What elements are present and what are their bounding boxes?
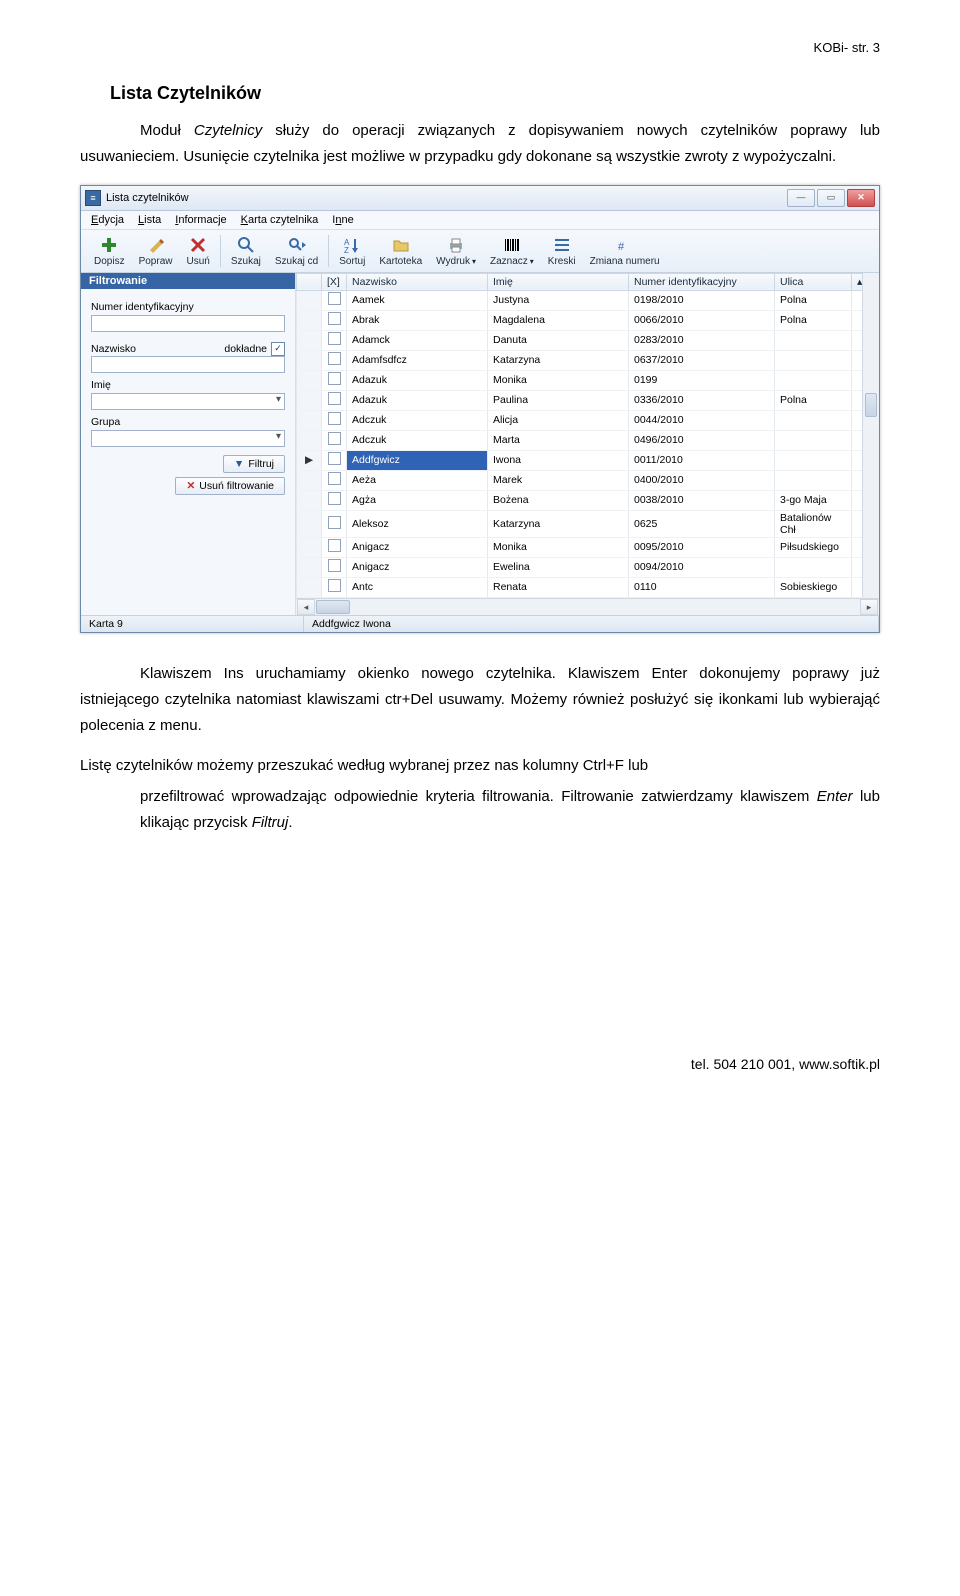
tb-popraw[interactable]: Popraw <box>132 233 180 269</box>
menubar: Edycja Lista Informacje Karta czytelnika… <box>81 211 879 230</box>
paragraph-1: Moduł Czytelnicy służy do operacji związ… <box>80 118 880 171</box>
tb-kartoteka[interactable]: Kartoteka <box>372 233 429 269</box>
input-nazwisko[interactable] <box>91 356 285 373</box>
col-ulica[interactable]: Ulica <box>775 273 852 290</box>
page-header-right: KOBi- str. 3 <box>80 40 880 55</box>
select-grupa[interactable] <box>91 430 285 447</box>
col-imie[interactable]: Imię <box>488 273 629 290</box>
btn-filtruj[interactable]: ▼ Filtruj <box>223 455 285 473</box>
vertical-scrollbar[interactable] <box>862 273 879 597</box>
table-row[interactable]: AdczukMarta0496/2010 <box>297 430 879 450</box>
tb-sortuj[interactable]: AZ Sortuj <box>332 233 372 269</box>
tb-usun[interactable]: Usuń <box>179 233 216 269</box>
col-check[interactable]: [X] <box>322 273 347 290</box>
window-title: Lista czytelników <box>106 192 189 204</box>
input-numer[interactable] <box>91 315 285 332</box>
lbl-nazwisko: Nazwisko <box>91 343 136 355</box>
lbl-numer: Numer identyfikacyjny <box>91 301 285 313</box>
barcode-icon <box>490 235 534 255</box>
menu-edycja[interactable]: Edycja <box>91 214 124 226</box>
tb-zmiana-numeru[interactable]: # Zmiana numeru <box>583 233 667 269</box>
tb-szukaj[interactable]: Szukaj <box>224 233 268 269</box>
btn-usun-filtrowanie[interactable]: ✕ Usuń filtrowanie <box>175 477 285 495</box>
sort-icon: AZ <box>339 235 365 255</box>
tb-zaznacz[interactable]: Zaznacz▾ <box>483 233 541 269</box>
paragraph-2: Klawiszem Ins uruchamiamy okienko nowego… <box>80 661 880 740</box>
horizontal-scrollbar[interactable]: ◂ ▸ <box>296 598 879 615</box>
funnel-icon: ▼ <box>234 458 244 470</box>
table-row[interactable]: AdazukMonika0199 <box>297 370 879 390</box>
x-icon: ✕ <box>186 480 195 492</box>
col-nazwisko[interactable]: Nazwisko <box>347 273 488 290</box>
window-lista-czytelnikow: ≡ Lista czytelników — ▭ ✕ Edycja Lista I… <box>80 185 880 633</box>
tb-dopisz[interactable]: Dopisz <box>87 233 132 269</box>
tb-szukaj-cd[interactable]: Szukaj cd <box>268 233 325 269</box>
minimize-button[interactable]: — <box>787 189 815 207</box>
titlebar: ≡ Lista czytelników — ▭ ✕ <box>81 186 879 211</box>
menu-inne[interactable]: Inne <box>332 214 353 226</box>
table-row[interactable]: AbrakMagdalena0066/2010Polna <box>297 310 879 330</box>
folder-icon <box>379 235 422 255</box>
sidebar-filter: Filtrowanie Numer identyfikacyjny Nazwis… <box>81 273 296 615</box>
lbl-grupa: Grupa <box>91 416 285 428</box>
page-footer: tel. 504 210 001, www.softik.pl <box>80 1056 880 1072</box>
table-row[interactable]: AnigaczMonika0095/2010Piłsudskiego <box>297 537 879 557</box>
svg-text:#: # <box>618 241 625 253</box>
paragraph-3a: Listę czytelników możemy przeszukać wedł… <box>80 753 880 779</box>
statusbar: Karta 9 Addfgwicz Iwona <box>81 615 879 632</box>
tb-kreski[interactable]: Kreski <box>541 233 583 269</box>
table-row[interactable]: AnigaczEwelina0094/2010 <box>297 557 879 577</box>
select-imie[interactable] <box>91 393 285 410</box>
sidebar-header: Filtrowanie <box>81 273 295 289</box>
table-row[interactable]: AeżaMarek0400/2010 <box>297 470 879 490</box>
tb-wydruk[interactable]: Wydruk▾ <box>429 233 483 269</box>
search-icon <box>231 235 261 255</box>
checkbox-dokladne[interactable]: dokładne ✓ <box>224 342 285 356</box>
table-row[interactable]: ▶AddfgwiczIwona0011/2010 <box>297 450 879 470</box>
search-next-icon <box>275 235 318 255</box>
list-icon <box>548 235 576 255</box>
renumber-icon: # <box>590 235 660 255</box>
print-icon <box>436 235 476 255</box>
table-row[interactable]: AdczukAlicja0044/2010 <box>297 410 879 430</box>
status-mid: Addfgwicz Iwona <box>304 616 879 632</box>
paragraph-3b: przefiltrować wprowadzając odpowiednie k… <box>80 784 880 837</box>
edit-icon <box>139 235 173 255</box>
menu-karta[interactable]: Karta czytelnika <box>241 214 319 226</box>
table-row[interactable]: AntcRenata0110Sobieskiego <box>297 577 879 597</box>
table-row[interactable]: AamekJustyna0198/2010Polna <box>297 290 879 310</box>
menu-lista[interactable]: Lista <box>138 214 161 226</box>
table-row[interactable]: AgżaBożena0038/20103-go Maja <box>297 490 879 510</box>
status-left: Karta 9 <box>81 616 304 632</box>
close-button[interactable]: ✕ <box>847 189 875 207</box>
col-indicator <box>297 273 322 290</box>
delete-icon <box>186 235 209 255</box>
menu-informacje[interactable]: Informacje <box>175 214 226 226</box>
toolbar: Dopisz Popraw Usuń Szukaj Szukaj cd AZ <box>81 230 879 273</box>
lbl-imie: Imię <box>91 379 285 391</box>
maximize-button[interactable]: ▭ <box>817 189 845 207</box>
section-title: Lista Czytelników <box>110 83 880 104</box>
table-row[interactable]: AdazukPaulina0336/2010Polna <box>297 390 879 410</box>
plus-icon <box>94 235 125 255</box>
svg-text:Z: Z <box>344 246 349 254</box>
app-icon: ≡ <box>85 190 101 206</box>
table-row[interactable]: AleksozKatarzyna0625Batalionów Chł <box>297 510 879 537</box>
table-row[interactable]: AdamckDanuta0283/2010 <box>297 330 879 350</box>
table-row[interactable]: AdamfsdfczKatarzyna0637/2010 <box>297 350 879 370</box>
data-grid[interactable]: [X] Nazwisko Imię Numer identyfikacyjny … <box>296 273 879 615</box>
col-numer[interactable]: Numer identyfikacyjny <box>629 273 775 290</box>
